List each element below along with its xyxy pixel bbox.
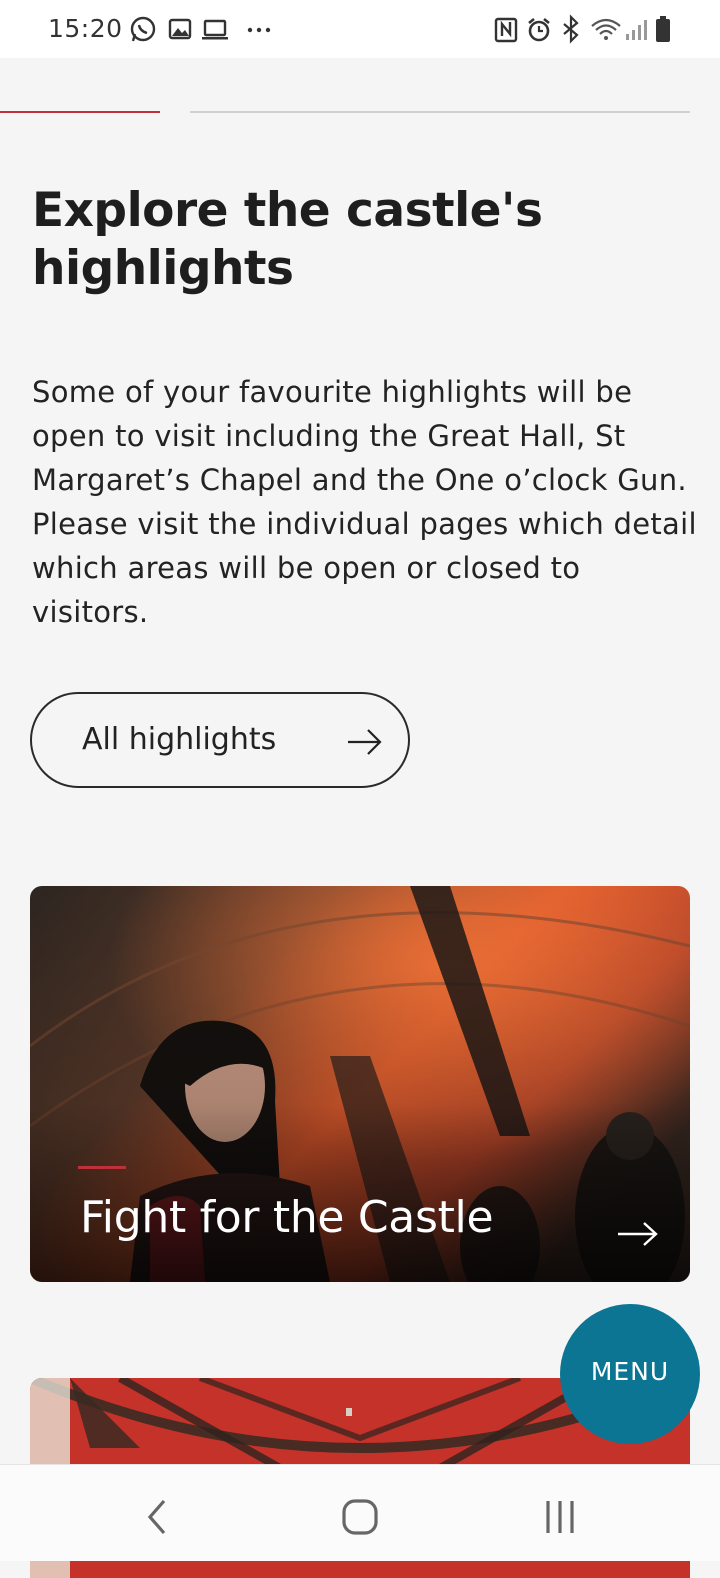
home-icon[interactable] xyxy=(336,1493,384,1541)
recent-apps-icon[interactable] xyxy=(536,1493,584,1541)
laptop-icon xyxy=(202,19,228,40)
arrow-right-icon xyxy=(348,729,382,755)
status-bar: 15:20 xyxy=(0,0,720,58)
nfc-icon xyxy=(494,17,518,43)
all-highlights-label: All highlights xyxy=(82,722,277,757)
menu-button[interactable]: MENU xyxy=(560,1304,700,1444)
wifi-icon xyxy=(591,18,621,40)
highlight-card-fight-for-the-castle[interactable]: Fight for the Castle xyxy=(30,886,690,1282)
section-description: Some of your favourite highlights will b… xyxy=(32,375,697,629)
arrow-right-icon xyxy=(618,1222,658,1246)
card-accent-line xyxy=(78,1166,126,1169)
signal-icon xyxy=(626,20,647,40)
more-dots-icon xyxy=(247,27,271,33)
progress-indicator-track xyxy=(190,111,690,113)
progress-indicator-active xyxy=(0,111,160,113)
system-nav-bar xyxy=(0,1464,720,1561)
section-title: Explore the castle's highlights xyxy=(32,183,543,296)
all-highlights-button[interactable]: All highlights xyxy=(30,692,410,788)
whatsapp-icon xyxy=(130,16,156,42)
card-title: Fight for the Castle xyxy=(80,1192,494,1243)
gallery-icon xyxy=(168,18,192,40)
status-time: 15:20 xyxy=(48,14,123,43)
alarm-icon xyxy=(528,17,550,42)
battery-icon xyxy=(656,16,670,42)
back-icon[interactable] xyxy=(134,1493,182,1541)
bluetooth-icon xyxy=(563,14,579,44)
menu-button-label: MENU xyxy=(590,1357,670,1386)
